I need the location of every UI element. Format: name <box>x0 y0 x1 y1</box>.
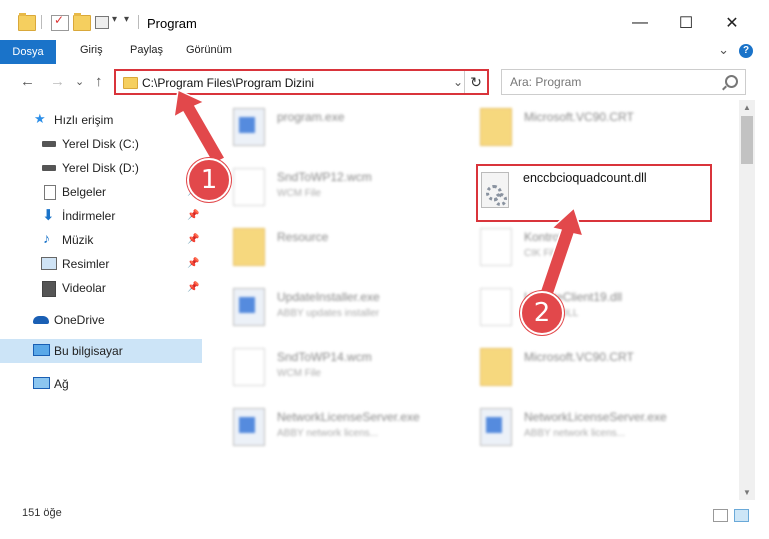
step-badge-2: 2 <box>520 291 564 335</box>
annotation-arrows <box>173 88 585 297</box>
step-badge-1: 1 <box>187 158 231 202</box>
arrow-1 <box>173 88 227 165</box>
arrow-2 <box>539 206 585 297</box>
